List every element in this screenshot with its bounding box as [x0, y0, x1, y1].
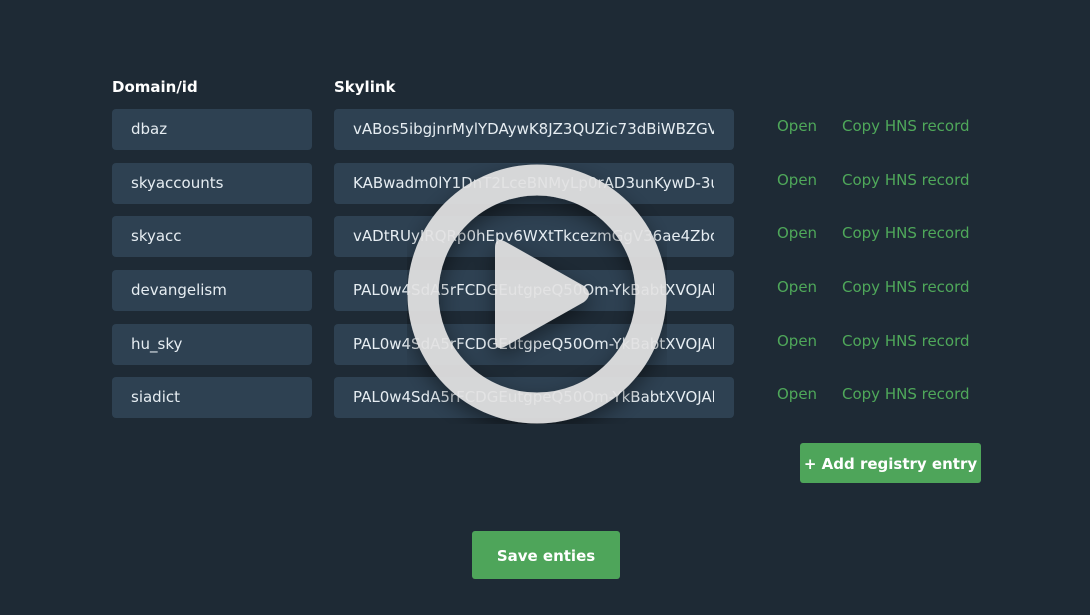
copy-hns-record-link[interactable]: Copy HNS record: [842, 109, 970, 143]
play-icon: [407, 164, 667, 424]
copy-hns-record-link[interactable]: Copy HNS record: [842, 270, 970, 304]
copy-hns-record-link[interactable]: Copy HNS record: [842, 377, 970, 411]
video-play-button[interactable]: [407, 164, 667, 424]
open-link[interactable]: Open: [777, 324, 817, 358]
open-link[interactable]: Open: [777, 216, 817, 250]
domain-input[interactable]: [112, 377, 312, 418]
open-link[interactable]: Open: [777, 163, 817, 197]
entry-row: Open Copy HNS record: [0, 109, 1090, 150]
save-entries-button[interactable]: Save enties: [472, 531, 620, 579]
domain-input[interactable]: [112, 324, 312, 365]
skylink-column-header: Skylink: [334, 78, 396, 96]
domain-column-header: Domain/id: [112, 78, 198, 96]
domain-input[interactable]: [112, 216, 312, 257]
domain-input[interactable]: [112, 270, 312, 311]
registry-editor: Domain/id Skylink Open Copy HNS record O…: [0, 0, 1090, 615]
domain-input[interactable]: [112, 109, 312, 150]
skylink-input[interactable]: [334, 109, 734, 150]
copy-hns-record-link[interactable]: Copy HNS record: [842, 163, 970, 197]
copy-hns-record-link[interactable]: Copy HNS record: [842, 324, 970, 358]
domain-input[interactable]: [112, 163, 312, 204]
open-link[interactable]: Open: [777, 377, 817, 411]
open-link[interactable]: Open: [777, 270, 817, 304]
copy-hns-record-link[interactable]: Copy HNS record: [842, 216, 970, 250]
add-registry-entry-button[interactable]: + Add registry entry: [800, 443, 981, 483]
open-link[interactable]: Open: [777, 109, 817, 143]
